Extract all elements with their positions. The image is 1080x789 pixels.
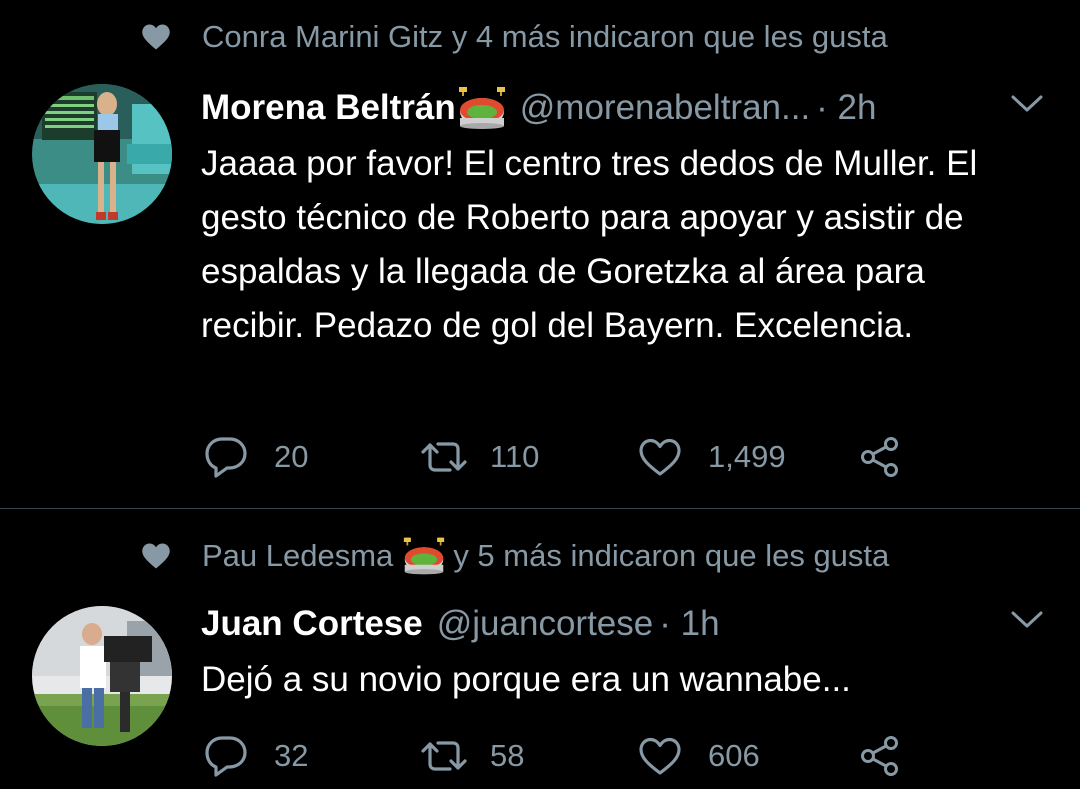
tweet[interactable]: Conra Marini Gitz y 4 más indicaron que … xyxy=(0,0,1080,508)
author-handle[interactable]: @morenabeltran... xyxy=(520,88,810,128)
chevron-down-icon[interactable] xyxy=(1010,93,1044,115)
tweet-header: Juan Cortese @juancortese · 1h xyxy=(201,601,1050,647)
tweet-time[interactable]: · 1h xyxy=(659,604,719,644)
like-button[interactable]: 1,499 xyxy=(638,435,786,479)
author-name[interactable]: Morena Beltrán xyxy=(201,88,456,128)
avatar[interactable] xyxy=(32,84,172,224)
retweet-button[interactable]: 58 xyxy=(420,734,524,778)
social-context-text: y 5 más indicaron que les gusta xyxy=(453,538,890,573)
like-icon xyxy=(638,736,682,776)
reply-button[interactable]: 20 xyxy=(204,435,308,479)
social-context-name[interactable]: Pau Ledesma xyxy=(202,538,393,574)
reply-icon xyxy=(204,435,248,479)
chevron-down-icon[interactable] xyxy=(1010,609,1044,631)
retweet-count: 58 xyxy=(490,738,525,773)
social-context-text: Conra Marini Gitz y 4 más indicaron que … xyxy=(202,19,888,54)
heart-icon xyxy=(140,22,172,52)
like-count: 1,499 xyxy=(708,439,786,474)
tweet[interactable]: Pau Ledesma y 5 más indicaron que les gu… xyxy=(0,509,1080,789)
share-button[interactable] xyxy=(858,734,902,778)
stadium-emoji xyxy=(458,86,506,130)
retweet-icon xyxy=(420,734,468,778)
author-handle[interactable]: @juancortese xyxy=(437,604,653,644)
share-button[interactable] xyxy=(858,435,902,479)
heart-icon xyxy=(140,541,172,571)
reply-button[interactable]: 32 xyxy=(204,734,308,778)
like-icon xyxy=(638,437,682,477)
reply-count: 20 xyxy=(274,439,309,474)
tweet-header: Morena Beltrán @morenabeltran... · 2h xyxy=(201,85,1050,131)
retweet-button[interactable]: 110 xyxy=(420,435,539,479)
reply-count: 32 xyxy=(274,738,309,773)
social-context: Pau Ledesma y 5 más indicaron que les gu… xyxy=(140,536,889,576)
share-icon xyxy=(858,435,902,479)
avatar[interactable] xyxy=(32,606,172,746)
author-name[interactable]: Juan Cortese xyxy=(201,604,423,644)
stadium-emoji xyxy=(403,535,445,577)
tweet-text: Jaaaa por favor! El centro tres dedos de… xyxy=(201,144,978,345)
like-button[interactable]: 606 xyxy=(638,734,760,778)
retweet-count: 110 xyxy=(490,439,540,474)
tweet-time[interactable]: · 2h xyxy=(816,88,876,128)
social-context: Conra Marini Gitz y 4 más indicaron que … xyxy=(140,17,888,57)
retweet-icon xyxy=(420,435,468,479)
share-icon xyxy=(858,734,902,778)
like-count: 606 xyxy=(708,738,760,773)
tweet-text: Dejó a su novio porque era un wannabe... xyxy=(201,660,851,699)
reply-icon xyxy=(204,734,248,778)
